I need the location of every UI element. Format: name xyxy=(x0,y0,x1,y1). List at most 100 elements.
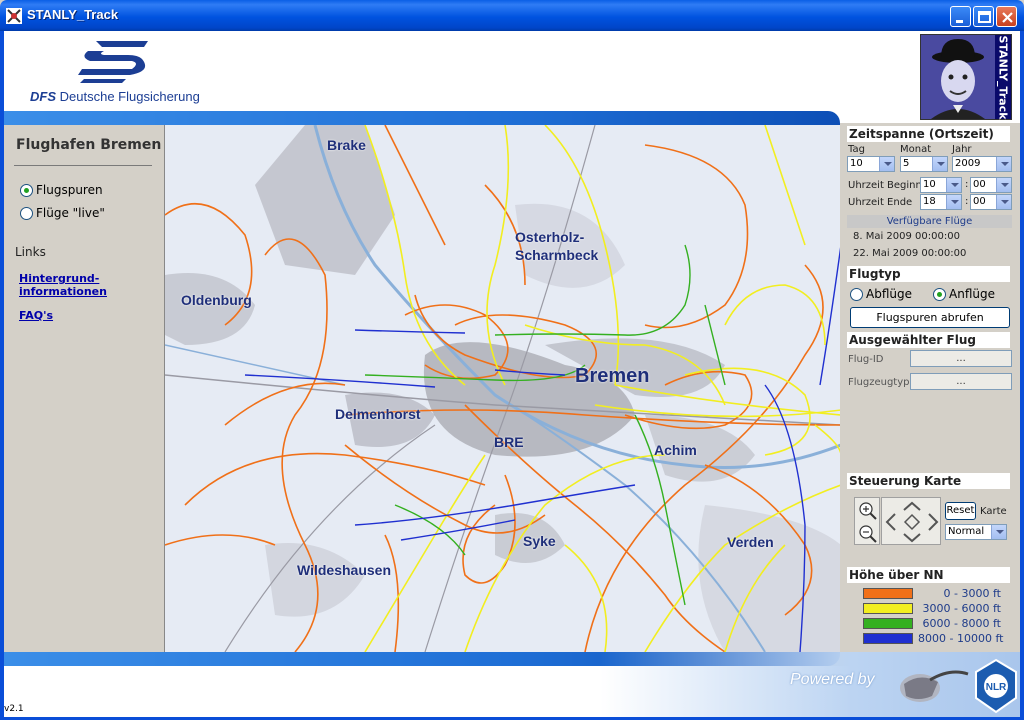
link-background-info[interactable]: Hintergrund- informationen xyxy=(19,272,107,298)
dfs-logo-icon xyxy=(78,41,148,83)
svg-text:NLR: NLR xyxy=(986,682,1007,693)
aircraft-type-label: Flugzeugtyp xyxy=(848,377,910,388)
map-label-achim: Achim xyxy=(654,442,697,458)
chevron-down-icon[interactable] xyxy=(996,157,1011,171)
map-label-verden: Verden xyxy=(727,534,774,550)
title-bar[interactable]: STANLY_Track xyxy=(0,0,1024,31)
sidebar-divider xyxy=(14,165,152,166)
pan-down-icon[interactable] xyxy=(903,533,921,543)
chevron-down-icon[interactable] xyxy=(879,157,894,171)
chevron-down-icon[interactable] xyxy=(991,525,1006,539)
map-label: Karte xyxy=(980,506,1007,517)
aircraft-type-field: ... xyxy=(910,373,1012,390)
pan-arrows xyxy=(885,501,939,543)
zoom-out-icon[interactable] xyxy=(859,525,877,543)
arrivals-label[interactable]: Anflüge xyxy=(949,287,995,301)
maximize-button[interactable] xyxy=(973,6,994,27)
pan-center-icon[interactable] xyxy=(903,513,921,531)
zoom-controls xyxy=(859,502,877,543)
link-background-info-line2[interactable]: informationen xyxy=(19,285,107,298)
header: DFS Deutsche Flugsicherung STANLY_Track xyxy=(4,31,1020,123)
flight-id-field: ... xyxy=(910,350,1012,367)
start-minute-select[interactable]: 00 xyxy=(970,177,1012,193)
right-panel: Zeitspanne (Ortszeit) Tag Monat Jahr 10 … xyxy=(842,125,1020,652)
available-flight-item[interactable]: 22. Mai 2009 00:00:00 xyxy=(853,248,966,259)
day-select[interactable]: 10 xyxy=(847,156,895,172)
end-hour-value: 18 xyxy=(923,196,936,207)
link-faq[interactable]: FAQ's xyxy=(19,309,53,322)
stanly-vertical-label: STANLY_Track xyxy=(994,34,1012,120)
end-time-label: Uhrzeit Ende xyxy=(848,197,913,208)
year-select[interactable]: 2009 xyxy=(952,156,1012,172)
flight-track-map[interactable]: Brake Osterholz- Scharmbeck Oldenburg Br… xyxy=(164,125,840,652)
mode-label-live[interactable]: Flüge "live" xyxy=(36,206,105,220)
arrivals-radio[interactable] xyxy=(933,288,946,301)
map-mode-value: Normal xyxy=(948,526,985,537)
start-hour-select[interactable]: 10 xyxy=(920,177,962,193)
selected-flight-title: Ausgewählter Flug xyxy=(847,332,1010,348)
altitude-legend-title: Höhe über NN xyxy=(847,567,1010,583)
altitude-swatch xyxy=(863,588,913,599)
available-flights-header: Verfügbare Flüge xyxy=(847,215,1012,228)
link-background-info-line1[interactable]: Hintergrund- xyxy=(19,272,107,285)
time-colon: : xyxy=(965,196,969,207)
stanly-portrait-icon xyxy=(921,35,995,119)
year-value: 2009 xyxy=(955,158,981,169)
map-control-title: Steuerung Karte xyxy=(847,473,1010,489)
map-label-syke: Syke xyxy=(523,533,556,549)
altitude-band-label: 0 - 3000 ft xyxy=(943,587,1001,600)
time-colon: : xyxy=(965,179,969,190)
fetch-tracks-button[interactable]: Flugspuren abrufen xyxy=(850,307,1010,328)
map-label-bre-airport: BRE xyxy=(494,434,524,450)
zoom-box xyxy=(854,497,880,545)
dfs-name: Deutsche Flugsicherung xyxy=(59,89,200,104)
end-minute-select[interactable]: 00 xyxy=(970,194,1012,210)
app-name-vertical: STANLY_Track xyxy=(996,34,1010,120)
links-heading: Links xyxy=(15,245,46,259)
year-label: Jahr xyxy=(952,144,972,155)
minimize-icon xyxy=(956,20,963,23)
zoom-in-icon[interactable] xyxy=(859,502,877,520)
start-minute-value: 00 xyxy=(973,179,986,190)
chevron-down-icon[interactable] xyxy=(932,157,947,171)
minimize-button[interactable] xyxy=(950,6,971,27)
map-canvas[interactable] xyxy=(165,125,840,652)
top-decor-bar xyxy=(4,111,840,125)
close-icon xyxy=(1002,12,1013,23)
altitude-swatch xyxy=(863,633,913,644)
dfs-abbrev: DFS xyxy=(30,89,56,104)
mode-radio-live[interactable] xyxy=(20,207,33,220)
map-mode-select[interactable]: Normal xyxy=(945,524,1007,540)
start-time-label: Uhrzeit Beginn xyxy=(848,180,922,191)
left-sidebar: Flughafen Bremen Flugspuren Flüge "live"… xyxy=(4,125,164,652)
map-reset-button[interactable]: Reset xyxy=(945,502,976,520)
mode-label-flugspuren[interactable]: Flugspuren xyxy=(36,183,103,197)
flight-logo-icon xyxy=(900,670,969,702)
chevron-down-icon[interactable] xyxy=(996,178,1011,192)
altitude-band-row: 6000 - 8000 ft xyxy=(863,617,1023,630)
end-hour-select[interactable]: 18 xyxy=(920,194,962,210)
nlr-logo-icon: NLR xyxy=(975,658,1017,714)
map-label-delmenhorst: Delmenhorst xyxy=(335,406,421,422)
app-icon xyxy=(6,8,22,24)
chevron-down-icon[interactable] xyxy=(946,195,961,209)
flight-id-label: Flug-ID xyxy=(848,354,884,365)
available-flight-item[interactable]: 8. Mai 2009 00:00:00 xyxy=(853,231,960,242)
pan-left-icon[interactable] xyxy=(885,513,896,531)
chevron-down-icon[interactable] xyxy=(946,178,961,192)
mode-radio-flugspuren[interactable] xyxy=(20,184,33,197)
pan-up-icon[interactable] xyxy=(903,501,921,511)
altitude-swatch xyxy=(863,618,913,629)
map-label-oldenburg: Oldenburg xyxy=(181,292,252,308)
departures-radio[interactable] xyxy=(850,288,863,301)
version-label: v2.1 xyxy=(4,704,24,714)
altitude-band-label: 6000 - 8000 ft xyxy=(922,617,1001,630)
departures-label[interactable]: Abflüge xyxy=(866,287,912,301)
month-select[interactable]: 5 xyxy=(900,156,948,172)
altitude-band-row: 8000 - 10000 ft xyxy=(863,632,1023,645)
chevron-down-icon[interactable] xyxy=(996,195,1011,209)
maximize-icon xyxy=(978,11,991,23)
altitude-band-label: 8000 - 10000 ft xyxy=(918,632,1004,645)
close-button[interactable] xyxy=(996,6,1017,27)
pan-right-icon[interactable] xyxy=(928,513,939,531)
